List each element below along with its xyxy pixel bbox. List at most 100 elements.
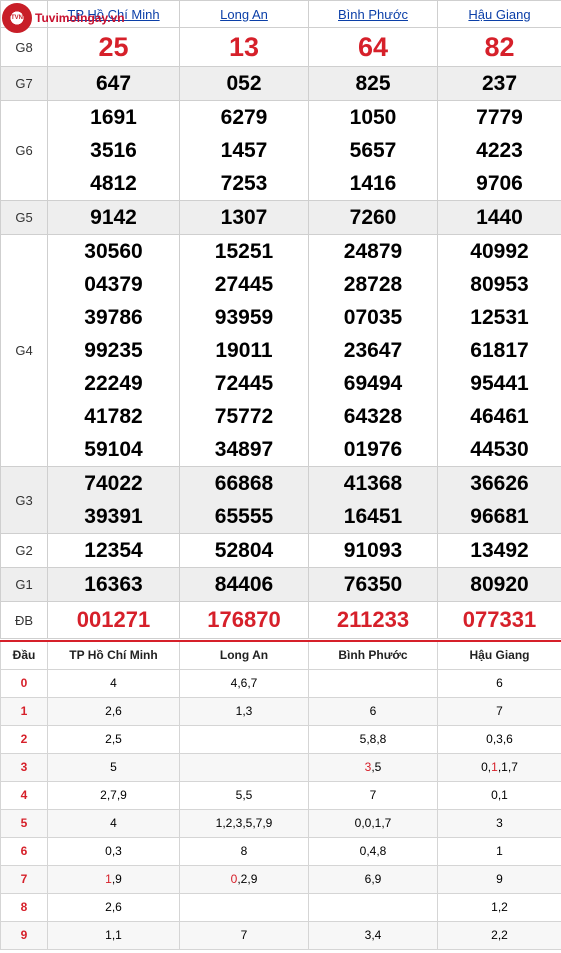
prize-number: 1457 (220, 139, 268, 162)
prize-number: 41782 (84, 405, 143, 428)
heads-cell: 0,1,1,7 (437, 752, 561, 782)
prize-number: 19011 (215, 339, 273, 362)
prize-cell: 64 (308, 27, 438, 67)
heads-header-province: Long An (179, 640, 309, 670)
prize-row: G1 16363 84406 76350 80920 (0, 567, 561, 602)
prize-number: 41368 (343, 472, 403, 495)
heads-cell: 8 (179, 836, 309, 866)
prize-number: 1307 (220, 206, 268, 229)
heads-tail-digit: 0 (481, 760, 488, 774)
prize-number: 27445 (214, 273, 274, 296)
prize-cell: 66868 65555 (179, 466, 309, 534)
prize-number: 5657 (349, 139, 397, 162)
prize-number: 64 (357, 32, 389, 62)
heads-digit: 8 (0, 892, 48, 922)
province-link-hau-giang[interactable]: Hậu Giang (468, 7, 530, 22)
prize-number: 13 (228, 32, 260, 62)
results-table: TP Hồ Chí Minh Long An Bình Phước Hậu Gi… (0, 0, 561, 639)
prize-number: 9142 (90, 206, 137, 229)
heads-tail-digit: 9 (115, 872, 122, 886)
heads-digit: 4 (0, 780, 48, 810)
heads-header-province: TP Hồ Chí Minh (47, 640, 180, 670)
prize-number: 82 (484, 32, 515, 62)
heads-cell: 2,7,9 (47, 780, 180, 810)
heads-digit: 6 (0, 836, 48, 866)
heads-cell: 2,2 (437, 920, 561, 950)
prize-cell: 1691 3516 4812 (47, 100, 180, 201)
prize-number: 647 (95, 72, 132, 95)
heads-cell: 1 (437, 836, 561, 866)
heads-row: 6 0,3 8 0,4,8 1 (0, 836, 561, 866)
heads-cell: 0,3,6 (437, 724, 561, 754)
prize-number: 001271 (76, 607, 151, 632)
prize-cell: 6279 1457 7253 (179, 100, 309, 201)
prize-cell: 30560 04379 39786 99235 22249 41782 59104 (47, 234, 180, 467)
heads-row: 8 2,6 1,2 (0, 892, 561, 922)
prize-number: 23647 (343, 339, 403, 362)
site-logo[interactable]: TVN Tuvimoingay.vn (2, 2, 162, 34)
prize-number: 76350 (343, 573, 403, 596)
heads-tail-digit: 1 (491, 760, 498, 774)
prize-cell: 52804 (179, 533, 309, 568)
heads-digit: 0 (0, 668, 48, 698)
prize-number: 39786 (84, 306, 143, 329)
heads-cell: 5,5 (179, 780, 309, 810)
prize-row: G7 647 052 825 237 (0, 66, 561, 101)
prize-label: G4 (0, 234, 48, 467)
heads-row: 7 1,9 0,2,9 6,9 9 (0, 864, 561, 894)
prize-number: 69494 (343, 372, 403, 395)
prize-number: 59104 (84, 438, 143, 461)
prize-number: 22249 (84, 372, 143, 395)
prize-number: 7253 (220, 172, 268, 195)
prize-row: G3 74022 39391 66868 65555 41368 16451 36626 966… (0, 466, 561, 534)
province-link-long-an[interactable]: Long An (220, 7, 268, 22)
heads-cell: 0,4,8 (308, 836, 438, 866)
province-link-binh-phuoc[interactable]: Bình Phước (338, 7, 408, 22)
prize-row: G6 1691 3516 4812 6279 1457 7253 1050 5657 1416 77… (0, 100, 561, 201)
prize-number: 64328 (343, 405, 403, 428)
prize-cell: 211233 (308, 601, 438, 639)
prize-cell: 001271 (47, 601, 180, 639)
prize-label: G2 (0, 533, 48, 568)
heads-cell: 9 (437, 864, 561, 894)
heads-header-province: Bình Phước (308, 640, 438, 670)
prize-number: 1691 (90, 106, 137, 129)
prize-number: 52804 (214, 539, 274, 562)
prize-cell: 1050 5657 1416 (308, 100, 438, 201)
prize-row: G5 9142 1307 7260 1440 (0, 200, 561, 235)
prize-number: 7779 (476, 106, 523, 129)
prize-number: 07035 (343, 306, 403, 329)
heads-tail-digit: 3 (364, 760, 372, 774)
prize-number: 13492 (470, 539, 529, 562)
prize-number: 96681 (470, 505, 529, 528)
prize-cell: 176870 (179, 601, 309, 639)
prize-cell: 7779 4223 9706 (437, 100, 561, 201)
heads-cell: 6 (308, 696, 438, 726)
heads-row: 4 2,7,9 5,5 7 0,1 (0, 780, 561, 810)
heads-cell: 7 (308, 780, 438, 810)
prize-number: 84406 (214, 573, 274, 596)
prize-number: 80953 (470, 273, 529, 296)
prize-label: G1 (0, 567, 48, 602)
heads-cell: 0,2,9 (179, 864, 309, 894)
prize-number: 176870 (207, 607, 281, 632)
heads-tail-digit: 7 (511, 760, 518, 774)
heads-cell: 7 (437, 696, 561, 726)
prize-cell: 1440 (437, 200, 561, 235)
prize-number: 237 (481, 72, 518, 95)
heads-cell: 3,4 (308, 920, 438, 950)
prize-number: 7260 (349, 206, 397, 229)
prize-row: G2 12354 52804 91093 13492 (0, 533, 561, 568)
heads-digit: 9 (0, 920, 48, 950)
heads-row: 3 5 3,5 0,1,1,7 (0, 752, 561, 782)
prize-cell: 15251 27445 93959 19011 72445 75772 34897 (179, 234, 309, 467)
heads-cell: 1,2,3,5,7,9 (179, 808, 309, 838)
prize-number: 4812 (90, 172, 137, 195)
heads-cell: 4,6,7 (179, 668, 309, 698)
prize-cell: 76350 (308, 567, 438, 602)
prize-number: 04379 (84, 273, 143, 296)
prize-cell: 91093 (308, 533, 438, 568)
prize-cell: 647 (47, 66, 180, 101)
prize-number: 12354 (84, 539, 143, 562)
logo-text: Tuvimoingay.vn (35, 11, 125, 25)
